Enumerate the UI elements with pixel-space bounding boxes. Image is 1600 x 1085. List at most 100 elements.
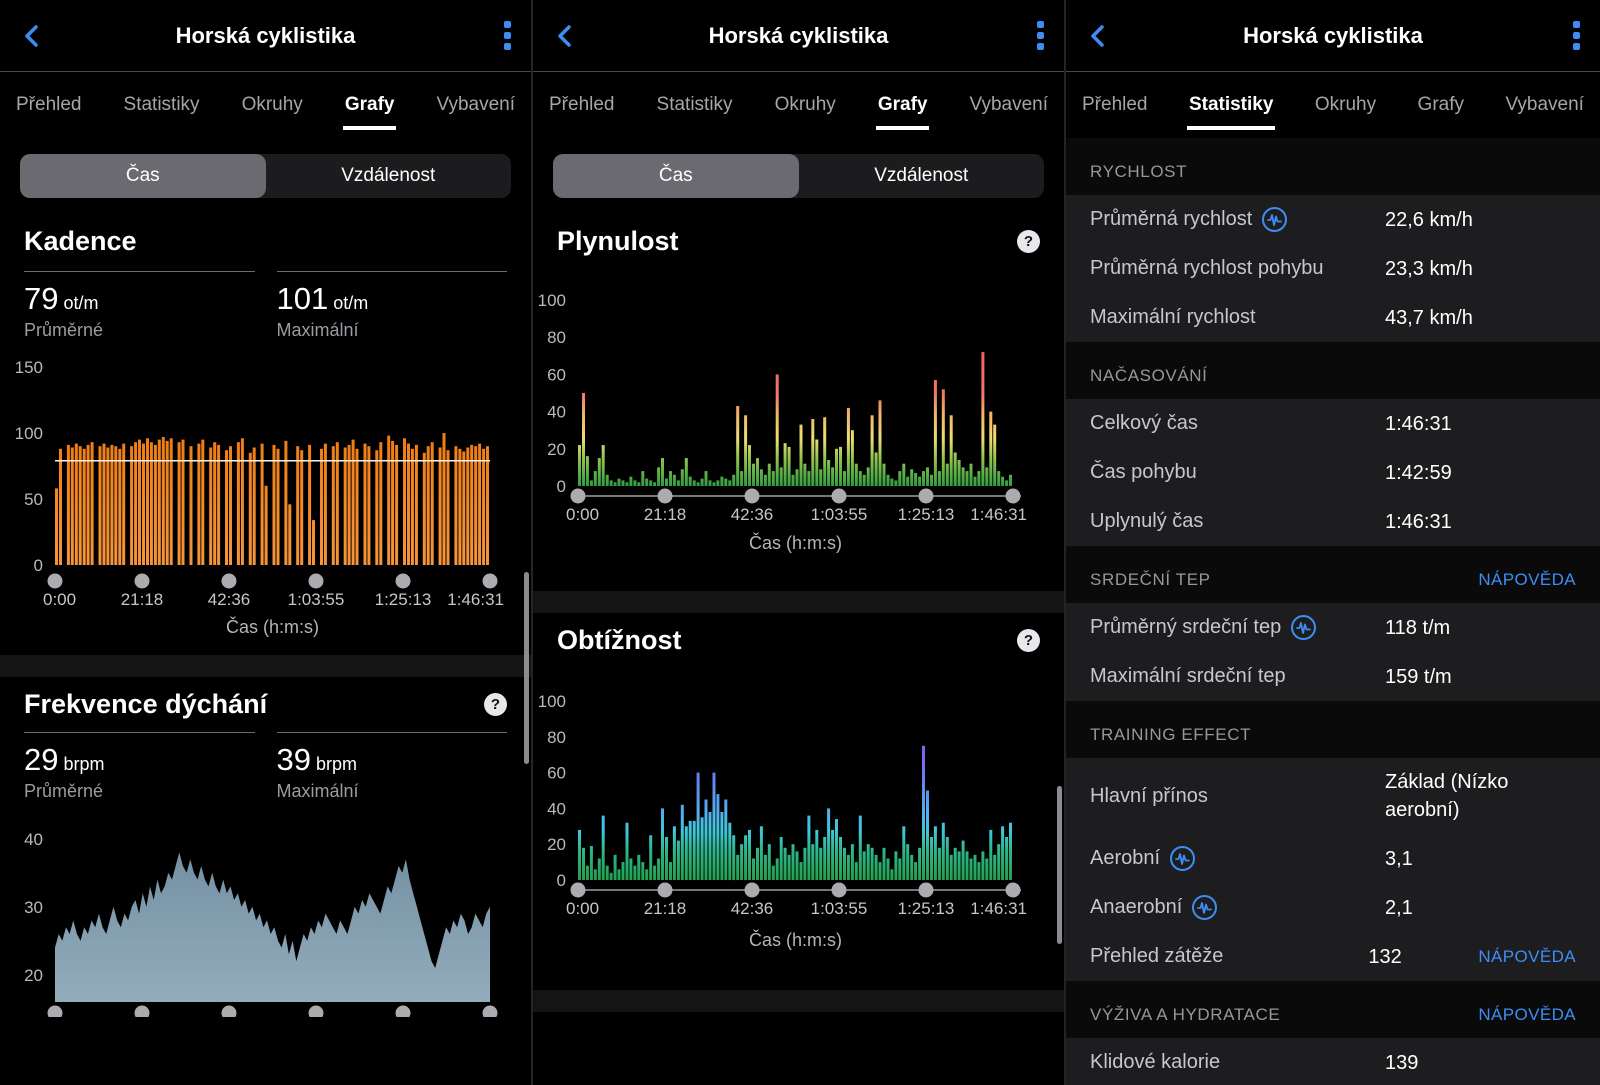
tab-statistiky[interactable]: Statistiky xyxy=(655,72,735,138)
stat-row: Průměrná rychlost22,6 km/h xyxy=(1066,195,1600,244)
screen-statistiky: Horská cyklistika PřehledStatistikyOkruh… xyxy=(1066,0,1600,1085)
pulse-chart-icon[interactable] xyxy=(1261,206,1288,233)
svg-text:0:00: 0:00 xyxy=(566,899,599,918)
svg-text:150: 150 xyxy=(15,358,43,377)
pulse-chart-icon[interactable] xyxy=(1169,845,1196,872)
header: Horská cyklistika xyxy=(533,0,1064,72)
tab-grafy[interactable]: Grafy xyxy=(343,72,397,138)
section-rows: Hlavní přínosZáklad (Nízko aerobní)Aerob… xyxy=(1066,758,1600,981)
tab-bar: Přehled Statistiky Okruhy Grafy Vybavení xyxy=(1066,72,1600,138)
svg-text:21:18: 21:18 xyxy=(644,899,687,918)
tab-statistiky[interactable]: Statistiky xyxy=(122,72,202,138)
stat-row: Maximální rychlost43,7 km/h xyxy=(1066,293,1600,342)
svg-text:21:18: 21:18 xyxy=(121,590,164,609)
screen-grafy-2: Horská cyklistika Přehled Statistiky Okruh… xyxy=(533,0,1066,1085)
stat-label: Přehled zátěže xyxy=(1090,945,1368,968)
stat-label: Anaerobní xyxy=(1090,894,1385,921)
help-icon[interactable]: ? xyxy=(1017,629,1040,652)
tab-přehled[interactable]: Přehled xyxy=(14,72,84,138)
napoveda-link[interactable]: NÁPOVĚDA xyxy=(1478,947,1576,967)
section-title: TRAINING EFFECT xyxy=(1090,725,1251,745)
back-icon[interactable] xyxy=(1086,21,1112,51)
header: Horská cyklistika xyxy=(0,0,531,72)
section-header: RYCHLOST xyxy=(1066,138,1600,195)
breathing-max: 39brpm Maximální xyxy=(277,732,508,802)
tab-bar: Přehled Statistiky Okruhy Grafy Vybavení xyxy=(533,72,1064,138)
svg-text:40: 40 xyxy=(24,830,43,849)
svg-text:50: 50 xyxy=(24,490,43,509)
pulse-chart-icon[interactable] xyxy=(1290,614,1317,641)
svg-text:0:00: 0:00 xyxy=(566,505,599,524)
svg-text:42:36: 42:36 xyxy=(731,899,774,918)
section-rows: Průměrná rychlost22,6 km/hPrůměrná rychl… xyxy=(1066,195,1600,342)
kebab-menu-icon[interactable] xyxy=(1037,21,1044,50)
tab-statistiky[interactable]: Statistiky xyxy=(1187,72,1275,138)
svg-text:20: 20 xyxy=(547,835,566,854)
svg-text:100: 100 xyxy=(538,291,566,310)
section-divider xyxy=(0,655,531,677)
scrollbar-thumb[interactable] xyxy=(524,572,529,764)
kadence-chart[interactable]: 1501005000:0021:1842:361:03:551:25:131:4… xyxy=(0,347,531,637)
svg-text:80: 80 xyxy=(547,728,566,747)
breathing-title: Frekvence dýchání xyxy=(24,689,267,720)
kebab-menu-icon[interactable] xyxy=(1573,21,1580,50)
breathing-header: Frekvence dýchání ? xyxy=(0,689,531,720)
section-divider xyxy=(533,990,1064,1012)
back-icon[interactable] xyxy=(20,21,46,51)
stat-value: 1:46:31 xyxy=(1385,410,1576,438)
stat-label: Hlavní přínos xyxy=(1090,785,1385,808)
tab-okruhy[interactable]: Okruhy xyxy=(240,72,305,138)
section-header: VÝŽIVA A HYDRATACE NÁPOVĚDA xyxy=(1066,981,1600,1038)
stat-row: Klidové kalorie139 xyxy=(1066,1038,1600,1085)
stat-label: Uplynulý čas xyxy=(1090,510,1385,533)
stat-row: Maximální srdeční tep159 t/m xyxy=(1066,652,1600,701)
tab-vybavení[interactable]: Vybavení xyxy=(434,72,517,138)
tab-přehled[interactable]: Přehled xyxy=(1080,72,1150,138)
screen-grafy-1: Horská cyklistika Přehled Statistiky Okruh… xyxy=(0,0,533,1085)
segment-vzdalenost[interactable]: Vzdálenost xyxy=(799,154,1045,198)
section-header: SRDEČNÍ TEPNÁPOVĚDA xyxy=(1066,546,1600,603)
tab-grafy[interactable]: Grafy xyxy=(876,72,930,138)
smoothness-chart[interactable]: 1008060402000:0021:1842:361:03:551:25:13… xyxy=(533,283,1064,553)
svg-text:1:46:31: 1:46:31 xyxy=(447,590,504,609)
section-divider xyxy=(533,591,1064,613)
section-rows: Klidové kalorie139 xyxy=(1066,1038,1600,1085)
help-icon[interactable]: ? xyxy=(484,693,507,716)
tab-okruhy[interactable]: Okruhy xyxy=(1313,72,1378,138)
difficulty-chart[interactable]: 1008060402000:0021:1842:361:03:551:25:13… xyxy=(533,684,1064,954)
tab-vybavení[interactable]: Vybavení xyxy=(1503,72,1586,138)
segment-vzdalenost[interactable]: Vzdálenost xyxy=(266,154,512,198)
tab-grafy[interactable]: Grafy xyxy=(1416,72,1466,138)
stat-label: Maximální srdeční tep xyxy=(1090,665,1385,688)
svg-text:60: 60 xyxy=(547,764,566,783)
stat-row: Anaerobní2,1 xyxy=(1066,883,1600,932)
scrollbar-thumb[interactable] xyxy=(1057,786,1062,944)
tab-vybavení[interactable]: Vybavení xyxy=(967,72,1050,138)
stat-label: Čas pohybu xyxy=(1090,461,1385,484)
segment-cas[interactable]: Čas xyxy=(553,154,799,198)
napoveda-link[interactable]: NÁPOVĚDA xyxy=(1478,1005,1576,1025)
tab-okruhy[interactable]: Okruhy xyxy=(773,72,838,138)
help-icon[interactable]: ? xyxy=(1017,230,1040,253)
stat-label: Aerobní xyxy=(1090,845,1385,872)
difficulty-title: Obtížnost xyxy=(557,625,681,656)
svg-text:1:46:31: 1:46:31 xyxy=(970,505,1027,524)
svg-text:Čas (h:m:s): Čas (h:m:s) xyxy=(749,532,842,553)
pulse-chart-icon[interactable] xyxy=(1191,894,1218,921)
section-title: VÝŽIVA A HYDRATACE xyxy=(1090,1005,1280,1025)
tab-přehled[interactable]: Přehled xyxy=(547,72,617,138)
back-icon[interactable] xyxy=(553,21,579,51)
svg-text:Čas (h:m:s): Čas (h:m:s) xyxy=(226,616,319,637)
svg-text:40: 40 xyxy=(547,799,566,818)
breathing-chart[interactable]: 403020 xyxy=(0,812,531,1017)
svg-text:1:46:31: 1:46:31 xyxy=(970,899,1027,918)
stat-row: Průměrná rychlost pohybu23,3 km/h xyxy=(1066,244,1600,293)
segment-cas[interactable]: Čas xyxy=(20,154,266,198)
stat-row: Celkový čas1:46:31 xyxy=(1066,399,1600,448)
kebab-menu-icon[interactable] xyxy=(504,21,511,50)
svg-text:42:36: 42:36 xyxy=(731,505,774,524)
napoveda-link[interactable]: NÁPOVĚDA xyxy=(1478,570,1576,590)
stat-value: 159 t/m xyxy=(1385,663,1576,691)
stat-label: Maximální rychlost xyxy=(1090,306,1385,329)
svg-text:0: 0 xyxy=(34,556,43,575)
